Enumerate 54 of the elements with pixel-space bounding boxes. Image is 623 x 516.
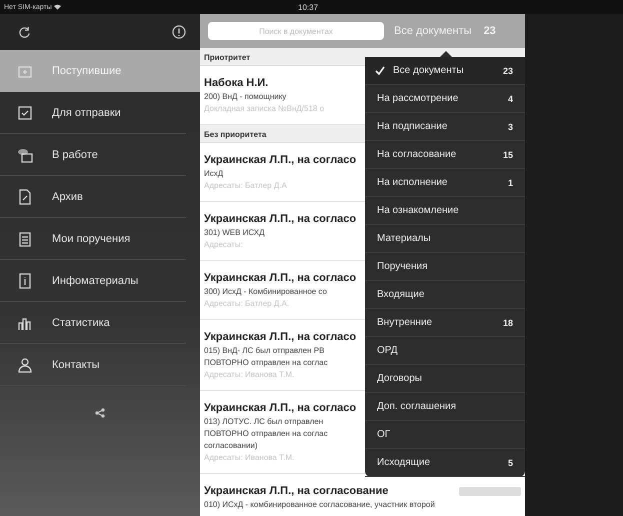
document-title[interactable]: Украинская Л.П., на согласо — [204, 272, 356, 284]
document-description: ИсхД — [204, 169, 224, 178]
document-description: ПОВТОРНО отправлен на соглас — [204, 358, 328, 367]
menu-item[interactable]: На исполнение 1 — [365, 169, 525, 197]
menu-item[interactable]: Договоры — [365, 365, 525, 393]
document-description: согласовании) — [204, 441, 258, 450]
addressees-text: Докладная записка №ВнД/518 о — [204, 104, 324, 113]
menu-item[interactable]: ОРД — [365, 337, 525, 365]
menu-item[interactable]: На рассмотрение 4 — [365, 85, 525, 113]
addressees-text: Адресаты: Иванова Т.М. — [204, 453, 294, 462]
menu-item[interactable]: ОГ — [365, 421, 525, 449]
document-description: ПОВТОРНО отправлен на соглас — [204, 429, 328, 438]
document-description: 015) ВнД- ЛС был отправлен РВ — [204, 346, 324, 355]
menu-item[interactable]: Поручения — [365, 253, 525, 281]
menu-item[interactable]: На подписание 3 — [365, 113, 525, 141]
document-title[interactable]: Украинская Л.П., на согласование — [204, 485, 388, 497]
sidebar-item[interactable]: Архив — [0, 176, 186, 218]
date-badge — [459, 486, 521, 496]
share-icon[interactable] — [95, 408, 105, 418]
sidebar-item[interactable]: Контакты — [0, 344, 186, 386]
refresh-icon[interactable] — [18, 26, 31, 38]
search-field[interactable]: Поиск в документах — [208, 22, 384, 40]
document-title[interactable]: Украинская Л.П., на согласо — [204, 213, 356, 225]
document-description: 013) ЛОТУС. ЛС был отправлен — [204, 417, 324, 426]
checkmark-icon — [375, 66, 385, 75]
menu-item[interactable]: Внутренние 18 — [365, 309, 525, 337]
sidebar-item[interactable]: В работе — [0, 134, 186, 176]
addressees-text: Адресаты: — [204, 240, 243, 249]
menu-item[interactable]: Доп. соглашения — [365, 393, 525, 421]
document-description: 010) ИСхД - комбинированное согласование, участник второй — [204, 500, 435, 509]
menu-item[interactable]: Входящие — [365, 281, 525, 309]
addressees-text: Адресаты: Батлер Д.А — [204, 181, 287, 190]
menu-item[interactable]: На ознакомление — [365, 197, 525, 225]
wifi-icon — [54, 4, 61, 10]
addressees-text: Адресаты: Батлер Д.А. — [204, 299, 290, 308]
sidebar-item[interactable]: Для отправки — [0, 92, 186, 134]
sidebar-item[interactable]: Инфоматериалы — [0, 260, 186, 302]
person-icon — [16, 356, 34, 374]
menu-item[interactable]: На согласование 15 — [365, 141, 525, 169]
addressees-text: Адресаты: Иванова Т.М. — [204, 370, 294, 379]
sidebar-item[interactable]: Статистика — [0, 302, 186, 344]
document-title[interactable]: Набока Н.И. — [204, 77, 268, 89]
document-title[interactable]: Украинская Л.П., на согласо — [204, 331, 356, 343]
menu-item[interactable]: Материалы — [365, 225, 525, 253]
document-description: 200) ВнД - помощнику — [204, 92, 286, 101]
menu-item[interactable]: Все документы 23 — [365, 57, 525, 85]
sidebar-item[interactable]: Мои поручения — [0, 218, 186, 260]
document-title[interactable]: Украинская Л.П., на согласо — [204, 154, 356, 166]
document-description: 300) ИсхД - Комбинированное со — [204, 287, 327, 296]
document-description: 301) WEB ИСХД — [204, 228, 265, 237]
document-title[interactable]: Украинская Л.П., на согласо — [204, 402, 356, 414]
menu-item[interactable]: Исходящие 5 — [365, 449, 525, 477]
info-icon[interactable] — [172, 25, 186, 39]
clock-time: 10:37 — [298, 2, 318, 12]
